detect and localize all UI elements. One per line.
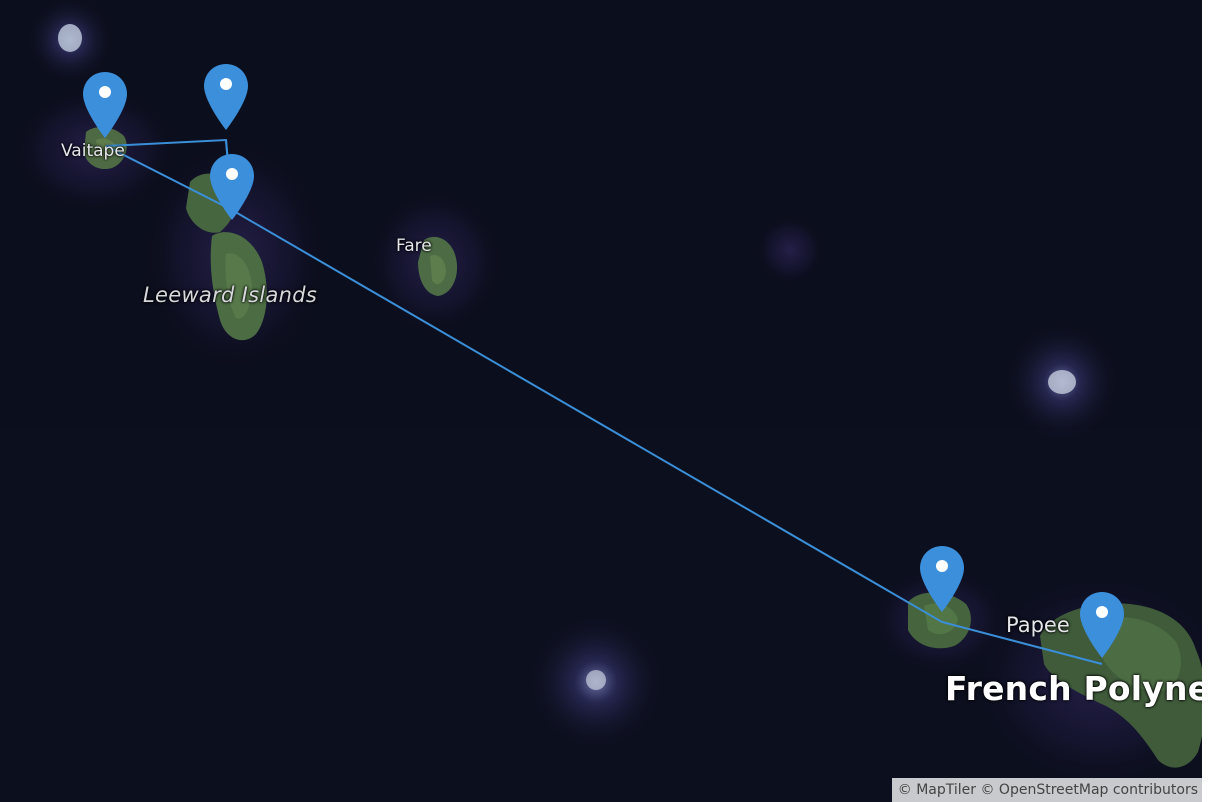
map-view[interactable]: Vaitape Fare Leeward Islands Papee Frenc… (0, 0, 1208, 802)
map-marker-1[interactable] (81, 70, 129, 140)
map-pin-icon (204, 64, 248, 130)
osm-attribution-link[interactable]: © OpenStreetMap contributors (980, 782, 1198, 798)
map-marker-3[interactable] (208, 152, 256, 222)
maptiler-attribution-link[interactable]: © MapTiler (898, 782, 976, 798)
map-marker-5[interactable] (1078, 590, 1126, 660)
map-pin-icon (920, 546, 964, 612)
map-pin-icon (210, 154, 254, 220)
map-marker-4[interactable] (918, 544, 966, 614)
map-attribution: © MapTiler © OpenStreetMap contributors (891, 778, 1204, 802)
map-edge (1202, 0, 1208, 802)
map-marker-2[interactable] (202, 62, 250, 132)
map-canvas (0, 0, 1208, 802)
map-pin-icon (83, 72, 127, 138)
map-pin-icon (1080, 592, 1124, 658)
